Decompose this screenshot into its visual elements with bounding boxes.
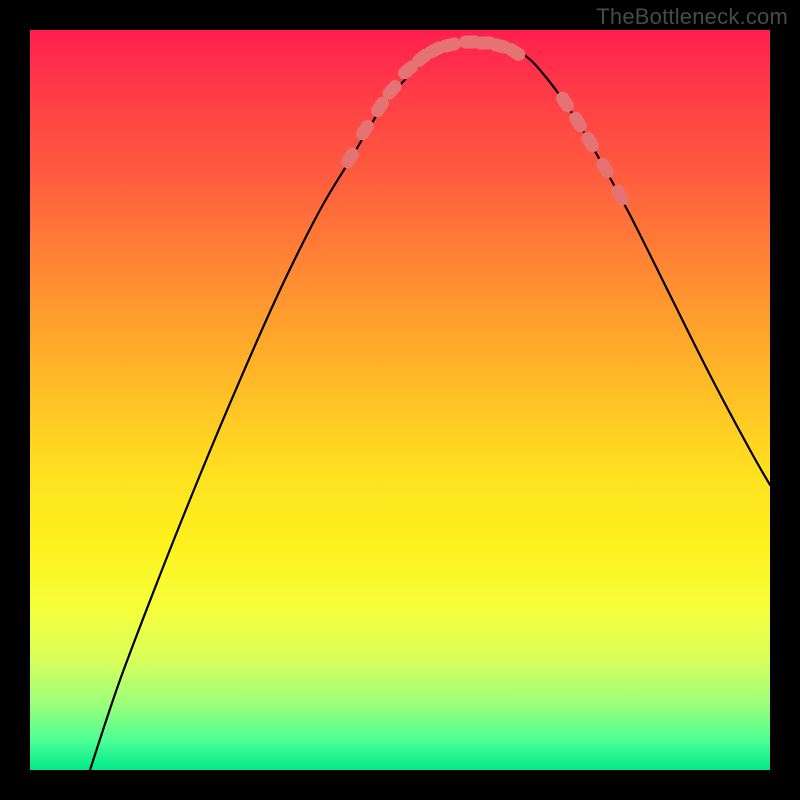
watermark-text: TheBottleneck.com (596, 4, 788, 30)
chart-frame (30, 30, 770, 770)
gradient-plot-area (30, 30, 770, 770)
bottleneck-curve-path (90, 42, 770, 770)
curve-marker (609, 182, 631, 208)
curve-marker (339, 145, 361, 171)
curve-marker (594, 155, 616, 181)
curve-marker (579, 129, 601, 155)
curve-marker (566, 109, 589, 135)
bottleneck-curve-svg (30, 30, 770, 770)
